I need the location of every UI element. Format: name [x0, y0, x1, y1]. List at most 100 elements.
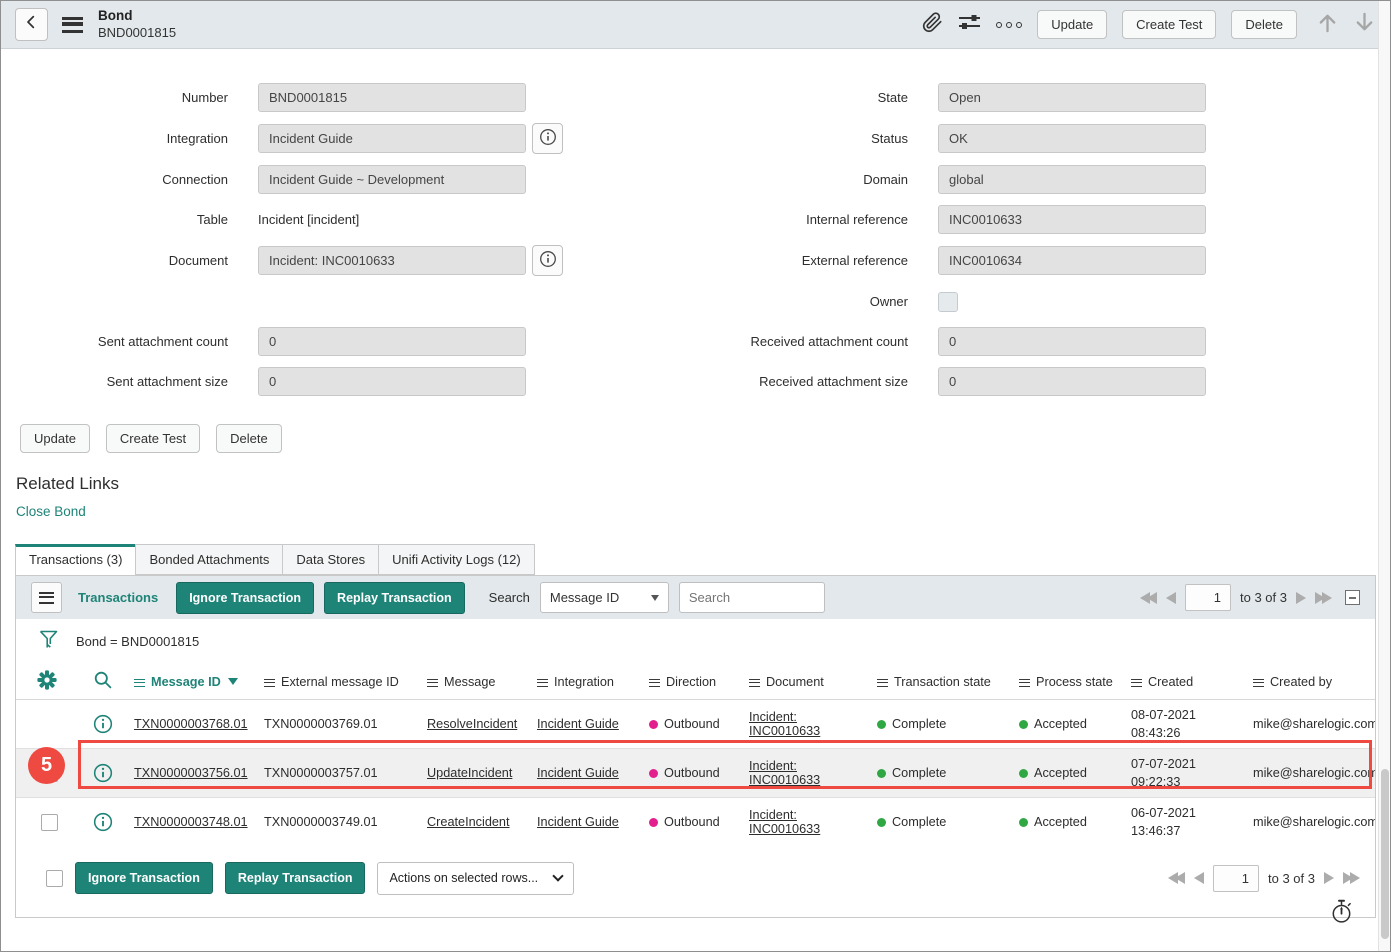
more-options-icon[interactable]: [996, 22, 1022, 28]
record-preview-icon[interactable]: [84, 812, 122, 832]
external-reference-field[interactable]: INC0010634: [938, 246, 1206, 275]
chevron-down-icon: [651, 595, 659, 601]
page-scrollbar[interactable]: [1378, 1, 1390, 951]
column-header-direction[interactable]: Direction: [643, 664, 743, 700]
column-header-external-message-id[interactable]: External message ID: [258, 664, 421, 700]
column-header-message[interactable]: Message: [421, 664, 531, 700]
sent-attachment-size-field[interactable]: 0: [258, 367, 526, 396]
direction-dot: [649, 769, 658, 778]
list-context-menu-button[interactable]: [31, 582, 62, 613]
last-page-button[interactable]: [1343, 872, 1360, 884]
form-create-test-button[interactable]: Create Test: [106, 424, 200, 453]
form-delete-button[interactable]: Delete: [216, 424, 282, 453]
created-date: 08-07-2021: [1131, 706, 1241, 724]
ignore-transaction-button[interactable]: Ignore Transaction: [176, 582, 314, 614]
replay-transaction-button[interactable]: Replay Transaction: [324, 582, 465, 614]
document-field[interactable]: Incident: INC0010633: [258, 246, 526, 275]
table-value: Incident [incident]: [258, 212, 359, 227]
message-link[interactable]: ResolveIncident: [427, 717, 517, 731]
connection-field[interactable]: Incident Guide ~ Development: [258, 165, 526, 194]
transaction-state-value: Complete: [892, 815, 946, 829]
document-link[interactable]: Incident: INC0010633: [749, 808, 820, 836]
funnel-icon[interactable]: [38, 629, 59, 654]
document-info-button[interactable]: [532, 245, 563, 276]
record-preview-icon[interactable]: [84, 763, 122, 783]
internal-reference-field[interactable]: INC0010633: [938, 205, 1206, 234]
message-id-link[interactable]: TXN0000003748.01: [134, 815, 248, 829]
message-id-link[interactable]: TXN0000003768.01: [134, 717, 248, 731]
direction-value: Outbound: [664, 815, 720, 829]
header-create-test-button[interactable]: Create Test: [1122, 10, 1216, 39]
column-header-process-state[interactable]: Process state: [1013, 664, 1125, 700]
row-checkbox[interactable]: [41, 814, 58, 831]
integration-field[interactable]: Incident Guide: [258, 124, 526, 153]
page-range-label: to 3 of 3: [1240, 590, 1287, 605]
last-page-button[interactable]: [1315, 592, 1332, 604]
column-header-integration[interactable]: Integration: [531, 664, 643, 700]
search-field-select[interactable]: Message ID: [540, 582, 669, 613]
next-page-button[interactable]: [1324, 872, 1334, 884]
search-input[interactable]: [679, 582, 825, 613]
search-icon: [93, 679, 113, 693]
previous-record-icon[interactable]: [1316, 11, 1339, 39]
page-number-input[interactable]: [1213, 865, 1259, 892]
process-state-dot: [1019, 720, 1028, 729]
form-context-menu-icon[interactable]: [62, 17, 83, 33]
document-link[interactable]: Incident: INC0010633: [749, 759, 820, 787]
bond-form: Number BND0001815 State Open Integration…: [1, 49, 1390, 396]
footer-replay-transaction-button[interactable]: Replay Transaction: [225, 862, 366, 894]
next-page-button[interactable]: [1296, 592, 1306, 604]
received-attachment-count-field[interactable]: 0: [938, 327, 1206, 356]
column-search-button[interactable]: [78, 664, 128, 700]
tab-data-stores[interactable]: Data Stores: [282, 544, 379, 575]
number-field[interactable]: BND0001815: [258, 83, 526, 112]
form-update-button[interactable]: Update: [20, 424, 90, 453]
column-menu-icon: [537, 679, 548, 687]
integration-link[interactable]: Incident Guide: [537, 766, 619, 780]
previous-page-button[interactable]: [1166, 592, 1176, 604]
state-label: State: [621, 90, 908, 105]
integration-link[interactable]: Incident Guide: [537, 815, 619, 829]
state-field[interactable]: Open: [938, 83, 1206, 112]
message-link[interactable]: CreateIncident: [427, 815, 510, 829]
previous-page-button[interactable]: [1194, 872, 1204, 884]
status-field[interactable]: OK: [938, 124, 1206, 153]
message-link[interactable]: UpdateIncident: [427, 766, 512, 780]
list-personalize-button[interactable]: [16, 664, 78, 700]
sliders-icon[interactable]: [958, 12, 981, 37]
close-bond-link[interactable]: Close Bond: [16, 504, 86, 519]
actions-on-selected-rows-select[interactable]: Actions on selected rows...: [377, 862, 574, 895]
owner-field[interactable]: [938, 292, 958, 312]
collapse-list-button[interactable]: [1345, 590, 1360, 605]
integration-info-button[interactable]: [532, 123, 563, 154]
tab-transactions[interactable]: Transactions (3): [15, 544, 136, 575]
direction-dot: [649, 720, 658, 729]
page-number-input[interactable]: [1185, 584, 1231, 611]
header-update-button[interactable]: Update: [1037, 10, 1107, 39]
message-id-link[interactable]: TXN0000003756.01: [134, 766, 248, 780]
column-header-document[interactable]: Document: [743, 664, 871, 700]
footer-ignore-transaction-button[interactable]: Ignore Transaction: [75, 862, 213, 894]
first-page-button[interactable]: [1140, 592, 1157, 604]
scrollbar-thumb[interactable]: [1381, 769, 1389, 939]
paperclip-icon[interactable]: [922, 12, 943, 38]
column-header-transaction-state[interactable]: Transaction state: [871, 664, 1013, 700]
domain-field[interactable]: global: [938, 165, 1206, 194]
next-record-icon[interactable]: [1353, 11, 1376, 39]
column-header-message-id[interactable]: Message ID: [128, 664, 258, 700]
document-link[interactable]: Incident: INC0010633: [749, 710, 820, 738]
filter-breadcrumb[interactable]: Bond = BND0001815: [76, 634, 199, 649]
tab-unifi-activity-logs[interactable]: Unifi Activity Logs (12): [378, 544, 535, 575]
sent-attachment-count-field[interactable]: 0: [258, 327, 526, 356]
received-attachment-size-field[interactable]: 0: [938, 367, 1206, 396]
first-page-button[interactable]: [1168, 872, 1185, 884]
integration-link[interactable]: Incident Guide: [537, 717, 619, 731]
stopwatch-icon[interactable]: [1330, 899, 1353, 929]
column-header-created[interactable]: Created: [1125, 664, 1247, 700]
header-delete-button[interactable]: Delete: [1231, 10, 1297, 39]
record-preview-icon[interactable]: [84, 714, 122, 734]
select-all-checkbox[interactable]: [46, 870, 63, 887]
column-header-created-by[interactable]: Created by: [1247, 664, 1375, 700]
tab-bonded-attachments[interactable]: Bonded Attachments: [135, 544, 283, 575]
back-button[interactable]: [15, 8, 48, 41]
